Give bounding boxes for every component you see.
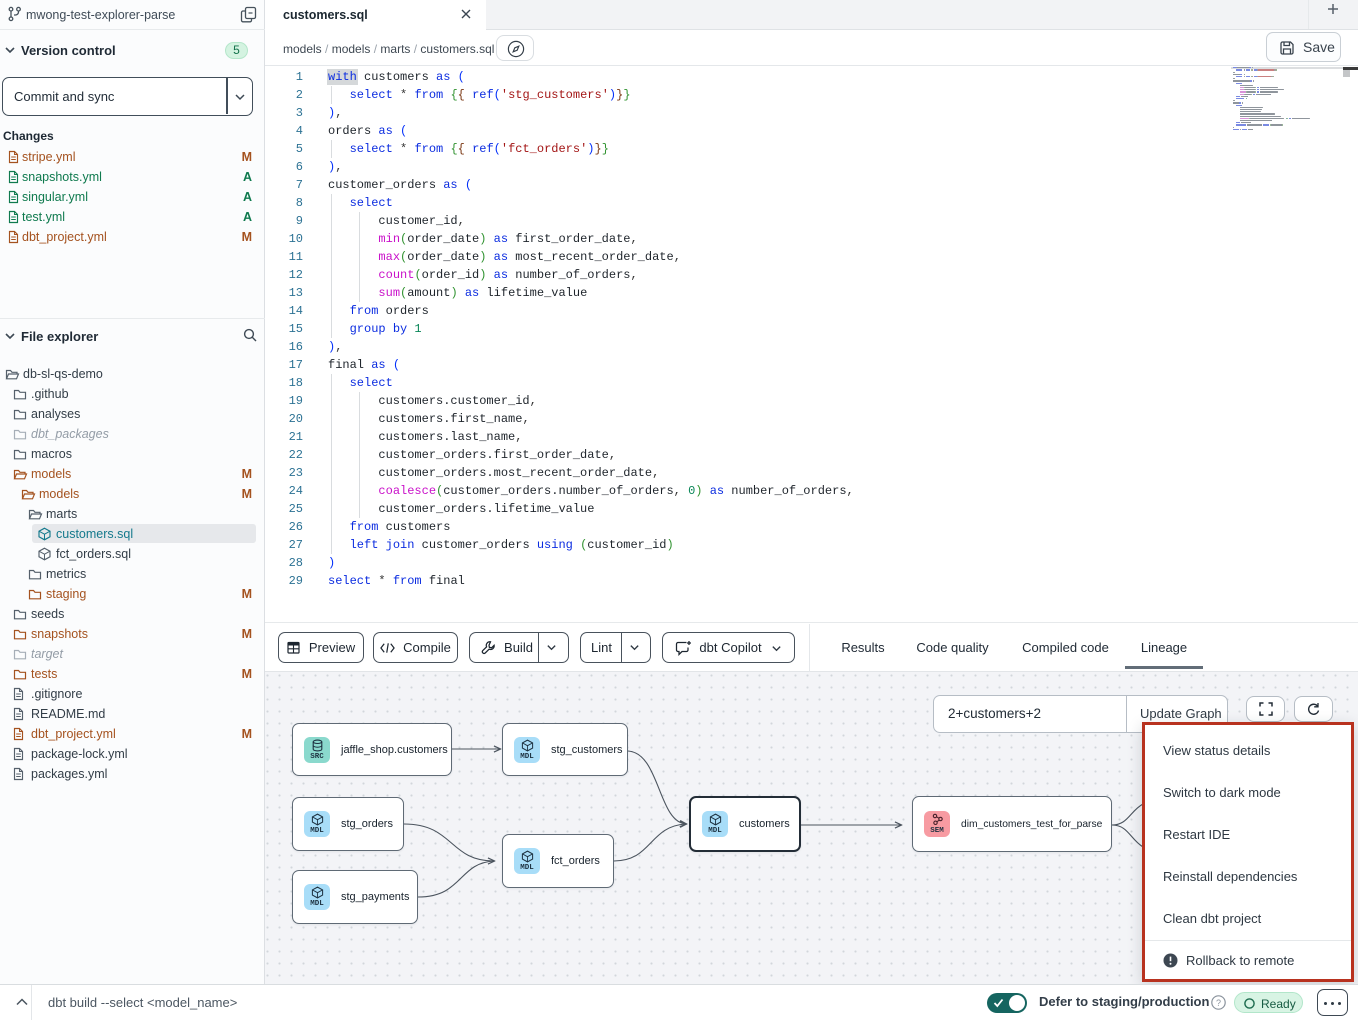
svg-text:?: ?	[1216, 998, 1221, 1008]
